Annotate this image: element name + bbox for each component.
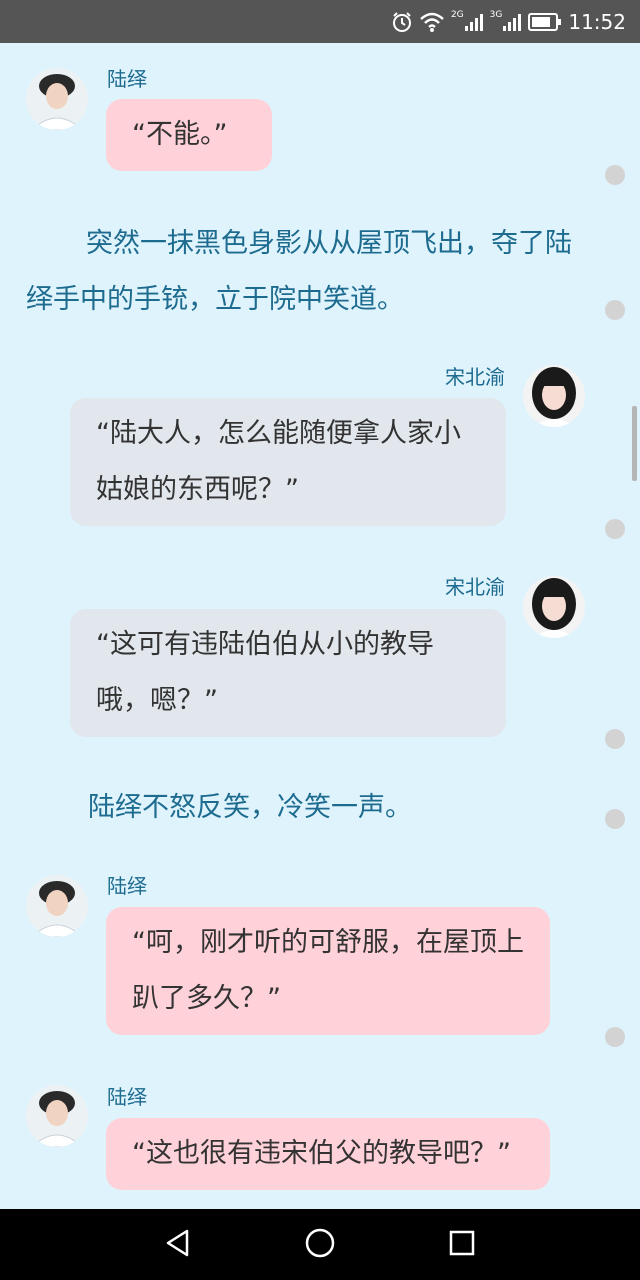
comment-dot[interactable] [605, 1027, 625, 1047]
recents-button[interactable] [442, 1225, 482, 1265]
comment-dot[interactable] [605, 165, 625, 185]
comment-dot[interactable] [605, 809, 625, 829]
chat-content[interactable]: 陆绎 “不能。” 突然一抹黑色身影从从屋顶飞出，夺了陆绎手中的手铳，立于院中笑道… [0, 43, 640, 1209]
avatar-song-bei-yu[interactable] [523, 576, 585, 638]
speaker-name: 宋北渝 [445, 365, 505, 389]
speaker-name: 宋北渝 [445, 575, 505, 599]
message-bubble[interactable]: “这也很有违宋伯父的教导吧？” [106, 1118, 550, 1190]
network-3g-label: 3G [489, 9, 503, 20]
speaker-name: 陆绎 [107, 874, 147, 898]
wifi-icon [419, 11, 445, 33]
alarm-icon [391, 11, 413, 33]
recents-icon [448, 1229, 476, 1261]
comment-dot[interactable] [605, 729, 625, 749]
narration-text: 陆绎不怒反笑，冷笑一声。 [88, 792, 412, 823]
avatar-lu-yi[interactable] [26, 68, 88, 130]
navigation-bar [0, 1209, 640, 1280]
status-icons: 2G 3G 11:52 [391, 0, 626, 43]
signal-2g-icon: 2G [450, 9, 484, 32]
message-bubble[interactable]: “陆大人，怎么能随便拿人家小姑娘的东西呢？” [70, 398, 506, 526]
network-2g-label: 2G [450, 9, 464, 20]
signal-3g-icon: 3G [489, 9, 523, 32]
message-bubble[interactable]: “这可有违陆伯伯从小的教导哦，嗯？” [70, 609, 506, 737]
message-bubble[interactable]: “呵，刚才听的可舒服，在屋顶上趴了多久？” [106, 907, 550, 1035]
avatar-lu-yi[interactable] [26, 875, 88, 937]
comment-dot[interactable] [605, 300, 625, 320]
home-icon [304, 1227, 336, 1263]
back-button[interactable] [158, 1225, 198, 1265]
narration-text: 突然一抹黑色身影从从屋顶飞出，夺了陆绎手中的手铳，立于院中笑道。 [26, 228, 572, 315]
back-icon [163, 1228, 193, 1262]
scrollbar-thumb[interactable] [632, 406, 637, 481]
status-bar: 2G 3G 11:52 [0, 0, 640, 43]
message-bubble[interactable]: “不能。” [106, 99, 272, 171]
avatar-lu-yi[interactable] [26, 1085, 88, 1147]
speaker-name: 陆绎 [107, 1085, 147, 1109]
status-time: 11:52 [568, 9, 626, 34]
comment-dot[interactable] [605, 519, 625, 539]
battery-icon [528, 12, 562, 31]
home-button[interactable] [300, 1225, 340, 1265]
speaker-name: 陆绎 [107, 67, 147, 91]
avatar-song-bei-yu[interactable] [523, 365, 585, 427]
